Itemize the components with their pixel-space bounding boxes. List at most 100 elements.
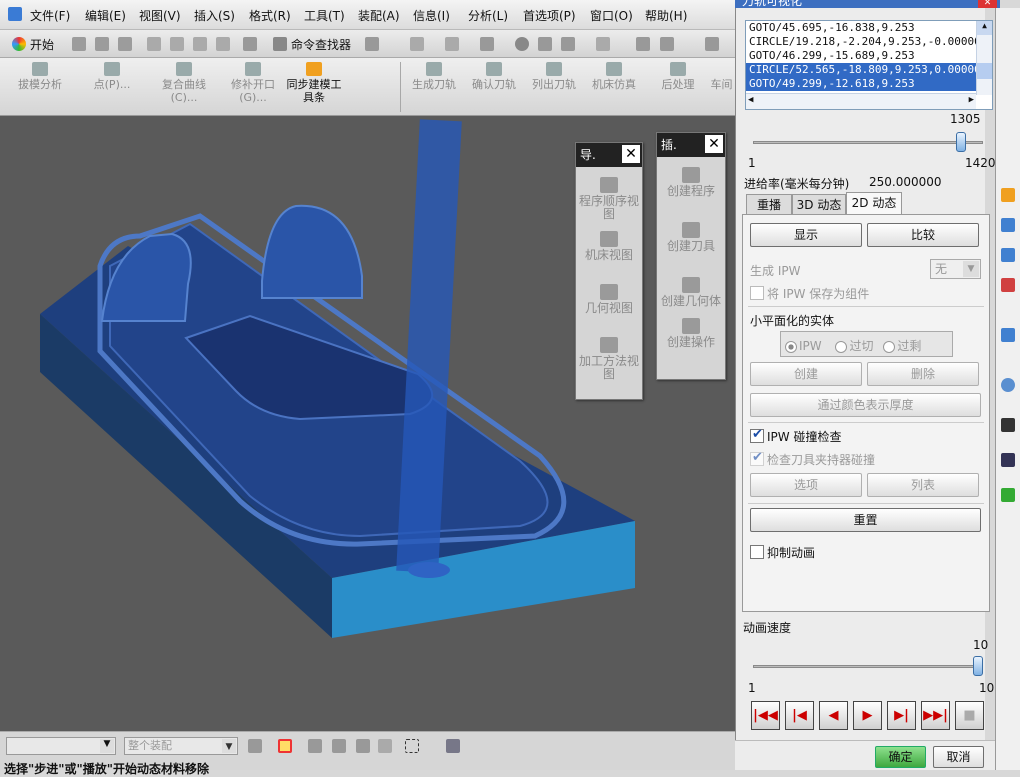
holder-collision-checkbox[interactable] bbox=[750, 450, 764, 466]
snap-point-icon[interactable] bbox=[278, 739, 292, 753]
layer-icon[interactable] bbox=[561, 37, 575, 51]
history-icon[interactable] bbox=[1001, 378, 1015, 392]
rewind-start-button[interactable]: |◀◀ bbox=[751, 701, 780, 730]
thickness-color-button[interactable]: 通过颜色表示厚度 bbox=[750, 393, 981, 417]
cancel-button[interactable]: 取消 bbox=[933, 746, 984, 768]
curve-icon[interactable] bbox=[378, 739, 392, 753]
step-back-button[interactable]: |◀ bbox=[785, 701, 814, 730]
ipw-collision-checkbox[interactable] bbox=[750, 427, 764, 443]
menu-info[interactable]: 信息(I) bbox=[413, 7, 450, 24]
geometry-view[interactable]: 几何视图 bbox=[576, 284, 642, 315]
close-icon[interactable]: ✕ bbox=[705, 135, 723, 153]
menu-file[interactable]: 文件(F) bbox=[30, 7, 70, 24]
start-button[interactable]: 开始 bbox=[30, 36, 54, 53]
face-icon[interactable] bbox=[356, 739, 370, 753]
navigator-icon[interactable] bbox=[1001, 188, 1015, 202]
wcs-icon[interactable] bbox=[596, 37, 610, 51]
more-icon[interactable] bbox=[705, 37, 719, 51]
generate-path-button[interactable]: 生成刀轨 bbox=[406, 62, 462, 91]
delete-button[interactable]: 删除 bbox=[867, 362, 979, 386]
sphere-icon[interactable] bbox=[515, 37, 529, 51]
radio-overcut[interactable]: 过切 bbox=[835, 339, 873, 353]
menu-help[interactable]: 帮助(H) bbox=[645, 7, 687, 24]
point-button[interactable]: 点(P)... bbox=[82, 62, 142, 91]
reset-button[interactable]: 重置 bbox=[750, 508, 981, 532]
delete-icon[interactable] bbox=[216, 37, 230, 51]
list-path-button[interactable]: 列出刀轨 bbox=[526, 62, 582, 91]
menu-view[interactable]: 视图(V) bbox=[139, 7, 181, 24]
postprocess-button[interactable]: 后处理 bbox=[652, 62, 704, 91]
machine-view[interactable]: 机床视图 bbox=[576, 231, 642, 262]
solid-icon[interactable] bbox=[332, 739, 346, 753]
shaded-icon[interactable] bbox=[480, 37, 494, 51]
view-orient-icon[interactable] bbox=[410, 37, 424, 51]
copy-icon[interactable] bbox=[170, 37, 184, 51]
cube-icon[interactable] bbox=[446, 739, 460, 753]
arrow-icon[interactable] bbox=[308, 739, 322, 753]
machine-sim-button[interactable]: 机床仿真 bbox=[586, 62, 642, 91]
generate-ipw-select[interactable]: 无 ▼ bbox=[930, 259, 981, 279]
new-icon[interactable] bbox=[72, 37, 86, 51]
method-view[interactable]: 加工方法视图 bbox=[576, 337, 642, 381]
selection-filter-icon[interactable] bbox=[365, 37, 379, 51]
part-navigator-icon[interactable] bbox=[1001, 218, 1015, 232]
play-backward-button[interactable]: ◀ bbox=[819, 701, 848, 730]
measure-icon[interactable] bbox=[660, 37, 674, 51]
menu-window[interactable]: 窗口(O) bbox=[590, 7, 633, 24]
system-materials-icon[interactable] bbox=[1001, 418, 1015, 432]
verify-path-button[interactable]: 确认刀轨 bbox=[466, 62, 522, 91]
gcode-line-selected[interactable]: GOTO/49.299,-12.618,9.253 bbox=[746, 77, 992, 91]
tab-3d-dynamic[interactable]: 3D 动态 bbox=[792, 194, 846, 215]
tab-replay[interactable]: 重播 bbox=[746, 194, 792, 215]
paste-icon[interactable] bbox=[193, 37, 207, 51]
menu-tools[interactable]: 工具(T) bbox=[304, 7, 345, 24]
shop-doc-button[interactable]: 车间 bbox=[708, 62, 735, 91]
suppress-animation-checkbox[interactable] bbox=[750, 545, 764, 559]
toolpath-listing[interactable]: GOTO/45.695,-16.838,9.253 CIRCLE/19.218,… bbox=[745, 20, 993, 110]
open-icon[interactable] bbox=[95, 37, 109, 51]
menu-insert[interactable]: 插入(S) bbox=[194, 7, 235, 24]
program-order-view[interactable]: 程序顺序视图 bbox=[576, 177, 642, 221]
create-program[interactable]: 创建程序 bbox=[657, 167, 725, 198]
graphics-viewport[interactable]: 导. ✕ 程序顺序视图 机床视图 几何视图 加工方法视图 插. ✕ 创建程序 创建刀… bbox=[0, 116, 735, 731]
composite-curve-button[interactable]: 复合曲线(C)... bbox=[155, 62, 213, 104]
snap-icon[interactable] bbox=[636, 37, 650, 51]
options-button[interactable]: 选项 bbox=[750, 473, 862, 497]
menu-edit[interactable]: 编辑(E) bbox=[85, 7, 126, 24]
render-style-icon[interactable] bbox=[445, 37, 459, 51]
reuse-library-icon[interactable] bbox=[1001, 278, 1015, 292]
compare-button[interactable]: 比较 bbox=[867, 223, 979, 247]
web-browser-icon[interactable] bbox=[1001, 328, 1015, 342]
sync-modeling-button[interactable]: 同步建模工具条 bbox=[286, 62, 342, 104]
tab-2d-dynamic[interactable]: 2D 动态 bbox=[846, 192, 902, 216]
list-button[interactable]: 列表 bbox=[867, 473, 979, 497]
forward-end-button[interactable]: ▶▶| bbox=[921, 701, 950, 730]
anim-speed-thumb[interactable] bbox=[973, 656, 983, 676]
progress-thumb[interactable] bbox=[956, 132, 966, 152]
scroll-thumb[interactable] bbox=[977, 63, 992, 79]
menu-preferences[interactable]: 首选项(P) bbox=[523, 7, 576, 24]
draft-analysis-button[interactable]: 拔模分析 bbox=[10, 62, 70, 91]
filter-select[interactable]: ▼ bbox=[6, 737, 116, 755]
menu-analysis[interactable]: 分析(L) bbox=[468, 7, 508, 24]
close-icon[interactable]: ✕ bbox=[622, 145, 640, 163]
create-button[interactable]: 创建 bbox=[750, 362, 862, 386]
progress-track[interactable] bbox=[753, 141, 983, 144]
undo-icon[interactable] bbox=[243, 37, 257, 51]
gcode-line[interactable]: CIRCLE/19.218,-2.204,9.253,-0.0000000, bbox=[746, 35, 992, 49]
gcode-line[interactable]: GOTO/46.299,-15.689,9.253 bbox=[746, 49, 992, 63]
menu-format[interactable]: 格式(R) bbox=[249, 7, 291, 24]
roles-icon[interactable] bbox=[1001, 488, 1015, 502]
anim-speed-track[interactable] bbox=[753, 665, 983, 668]
patch-opening-button[interactable]: 修补开口(G)... bbox=[225, 62, 281, 104]
save-icon[interactable] bbox=[118, 37, 132, 51]
radio-ipw[interactable]: IPW bbox=[785, 339, 822, 353]
stop-button[interactable]: ■ bbox=[955, 701, 984, 730]
close-icon[interactable]: ✕ bbox=[978, 0, 997, 8]
assembly-icon[interactable] bbox=[248, 739, 262, 753]
assembly-navigator-icon[interactable] bbox=[1001, 248, 1015, 262]
color-icon[interactable] bbox=[538, 37, 552, 51]
scroll-left-icon[interactable]: ◀ bbox=[748, 95, 753, 105]
play-forward-button[interactable]: ▶ bbox=[853, 701, 882, 730]
scroll-up-icon[interactable]: ▲ bbox=[977, 21, 992, 35]
